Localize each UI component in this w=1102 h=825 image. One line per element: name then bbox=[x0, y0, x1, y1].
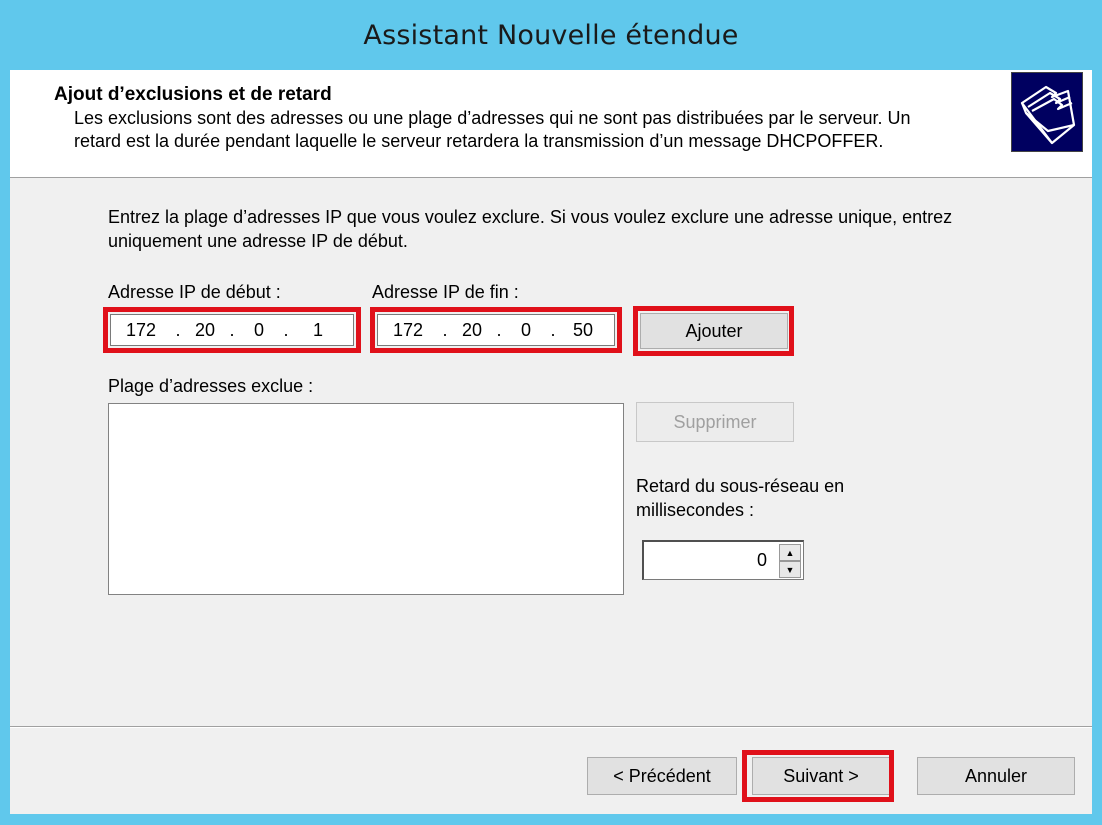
window-title: Assistant Nouvelle étendue bbox=[363, 19, 739, 51]
title-bar[interactable]: Assistant Nouvelle étendue bbox=[0, 0, 1102, 70]
footer-divider-highlight bbox=[10, 727, 1092, 728]
spin-down-icon[interactable]: ▼ bbox=[779, 561, 801, 578]
cancel-button[interactable]: Annuler bbox=[917, 757, 1075, 795]
end-ip-highlight bbox=[370, 307, 622, 353]
delay-value[interactable]: 0 bbox=[757, 550, 767, 571]
add-button-highlight bbox=[633, 306, 794, 356]
next-button-highlight bbox=[742, 750, 894, 802]
page-title: Ajout d’exclusions et de retard bbox=[54, 84, 332, 105]
spin-up-icon[interactable]: ▲ bbox=[779, 544, 801, 561]
excluded-range-list[interactable] bbox=[108, 403, 624, 595]
page-description: Les exclusions sont des adresses ou une … bbox=[74, 108, 911, 151]
excluded-range-label: Plage d’adresses exclue : bbox=[108, 376, 314, 396]
end-ip-label: Adresse IP de fin : bbox=[372, 282, 519, 302]
start-ip-label: Adresse IP de début : bbox=[108, 282, 281, 302]
wizard-client-area: Ajout d’exclusions et de retard Les excl… bbox=[10, 70, 1092, 814]
subnet-delay-label: Retard du sous-réseau en millisecondes : bbox=[636, 476, 845, 520]
back-button[interactable]: < Précédent bbox=[587, 757, 737, 795]
delay-spinner[interactable]: 0 ▲ ▼ bbox=[642, 540, 804, 580]
start-ip-highlight bbox=[103, 307, 361, 353]
wizard-window: Assistant Nouvelle étendue Ajout d’exclu… bbox=[0, 0, 1102, 825]
wizard-header: Ajout d’exclusions et de retard Les excl… bbox=[10, 70, 1092, 178]
instruction-text: Entrez la plage d’adresses IP que vous v… bbox=[108, 207, 953, 251]
folders-icon bbox=[1011, 72, 1083, 152]
spinner-buttons: ▲ ▼ bbox=[779, 544, 801, 578]
remove-button[interactable]: Supprimer bbox=[636, 402, 794, 442]
